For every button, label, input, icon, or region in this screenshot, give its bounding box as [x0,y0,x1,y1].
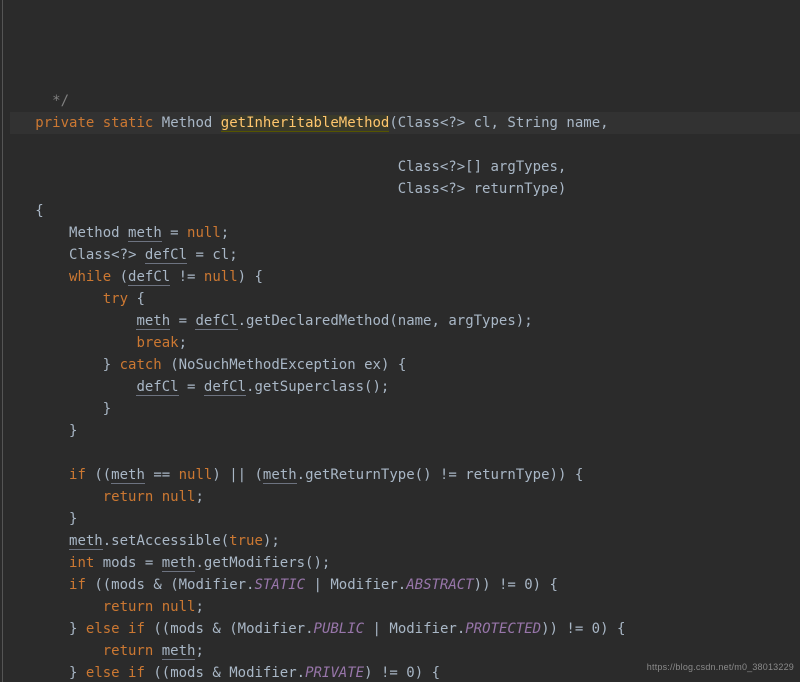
return-null-1: return null; [10,489,204,505]
comment-end: */ [10,93,69,109]
blank-1 [10,445,18,461]
set-accessible: meth.setAccessible(true); [10,533,280,550]
gutter [0,0,8,682]
get-superclass: defCl = defCl.getSuperclass(); [10,379,389,396]
fold-guide [2,0,3,682]
method-signature-line-2: Class<?>[] argTypes, [10,159,566,175]
if-static-abstract: if ((mods & (Modifier.STATIC | Modifier.… [10,577,558,593]
decl-meth: Method meth = null; [10,225,229,242]
open-brace: { [10,203,44,219]
method-signature-line-1: private static Method getInheritableMeth… [10,112,800,134]
code-block: */ private static Method getInheritableM… [0,66,800,682]
while-close: } [10,423,77,439]
method-signature-line-3: Class<?> returnType) [10,181,566,197]
elseif-public-protected: } else if ((mods & (Modifier.PUBLIC | Mo… [10,621,625,637]
return-null-2: return null; [10,599,204,615]
code-editor: */ private static Method getInheritableM… [0,0,800,682]
elseif-private: } else if ((mods & Modifier.PRIVATE) != … [10,665,440,681]
catch-close: } [10,401,111,417]
while-line: while (defCl != null) { [10,269,263,286]
if-null-check: if ((meth == null) || (meth.getReturnTyp… [10,467,583,484]
break-line: break; [10,335,187,351]
if-close-1: } [10,511,77,527]
get-declared-method: meth = defCl.getDeclaredMethod(name, arg… [10,313,533,330]
decl-defcl: Class<?> defCl = cl; [10,247,238,264]
watermark: https://blog.csdn.net/m0_38013229 [647,656,794,678]
mods-decl: int mods = meth.getModifiers(); [10,555,330,572]
catch-line: } catch (NoSuchMethodException ex) { [10,357,406,373]
try-line: try { [10,291,145,307]
return-meth: return meth; [10,643,204,660]
